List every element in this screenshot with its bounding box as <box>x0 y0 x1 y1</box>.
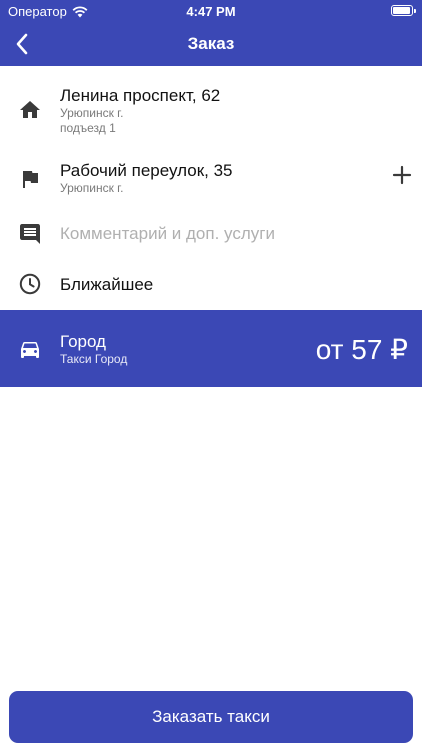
comment-row[interactable]: Комментарий и доп. услуги <box>0 210 422 258</box>
tariff-selector[interactable]: Город Такси Город от 57 ₽ <box>0 310 422 387</box>
clock-icon <box>19 273 41 295</box>
car-icon <box>21 342 39 358</box>
nav-bar: Заказ <box>0 22 422 66</box>
status-bar: Оператор 4:47 PM <box>0 0 422 22</box>
pickup-time-row[interactable]: Ближайшее <box>0 262 422 308</box>
comment-placeholder: Комментарий и доп. услуги <box>60 224 275 243</box>
pickup-time: Ближайшее <box>60 275 154 294</box>
order-taxi-button[interactable]: Заказать такси <box>9 691 413 743</box>
pickup-address: Ленина проспект, 62 <box>60 86 221 105</box>
header: Оператор 4:47 PM Заказ <box>0 0 422 66</box>
destination-address-row[interactable]: Рабочий переулок, 35 Урюпинск г. <box>0 154 422 204</box>
tariff-price: от 57 ₽ <box>315 334 408 365</box>
destination-address: Рабочий переулок, 35 <box>60 161 233 180</box>
page-title: Заказ <box>187 34 235 53</box>
home-icon <box>20 101 40 118</box>
comment-icon <box>20 224 40 244</box>
order-taxi-label: Заказать такси <box>152 707 270 726</box>
battery-icon <box>391 5 416 16</box>
pickup-city: Урюпинск г. <box>60 106 124 120</box>
pickup-address-row[interactable]: Ленина проспект, 62 Урюпинск г. подъезд … <box>0 66 422 154</box>
flag-icon <box>23 171 38 188</box>
tariff-subtitle: Такси Город <box>60 352 128 366</box>
destination-city: Урюпинск г. <box>60 181 124 195</box>
add-stop-button[interactable] <box>390 163 414 187</box>
pickup-entrance: подъезд 1 <box>60 121 116 135</box>
tariff-name: Город <box>60 332 106 351</box>
clock-time: 4:47 PM <box>186 4 236 19</box>
